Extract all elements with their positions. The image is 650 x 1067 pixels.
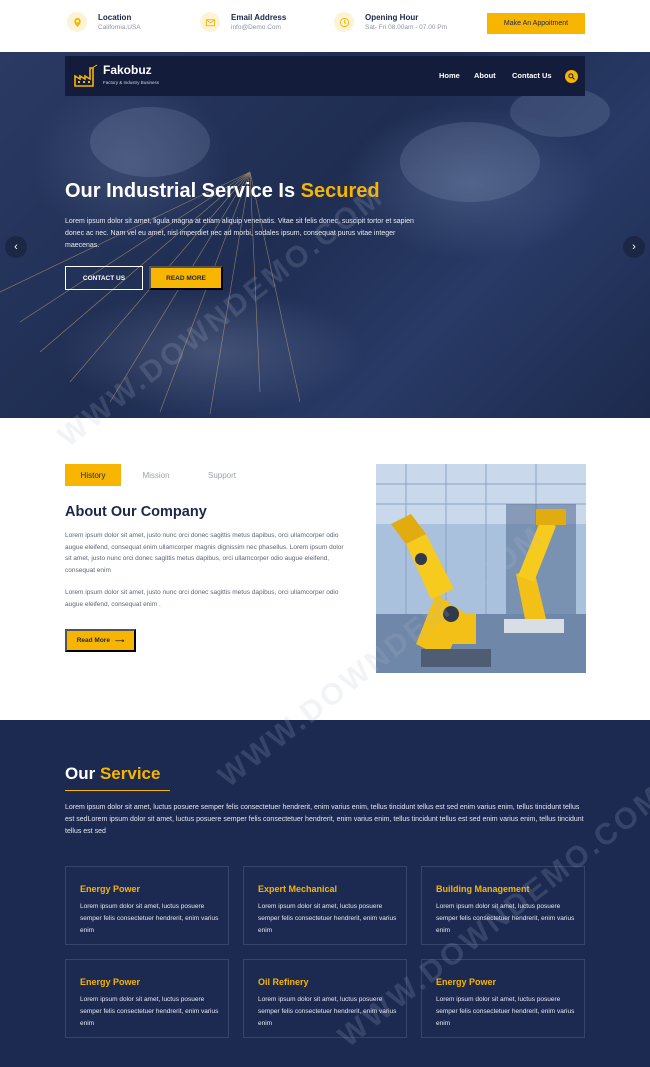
location-info: Location California,USA <box>67 12 141 33</box>
brand-name[interactable]: Fakobuz <box>103 63 152 77</box>
service-card[interactable]: Building Management Lorem ipsum dolor si… <box>421 866 585 945</box>
envelope-icon <box>200 12 220 32</box>
arrow-right-icon: ⟶ <box>114 637 125 645</box>
service-card-text: Lorem ipsum dolor sit amet, luctus posue… <box>436 996 575 1027</box>
location-title: Location <box>98 13 132 22</box>
location-value: California,USA <box>98 24 141 31</box>
nav-about[interactable]: About <box>474 71 496 80</box>
hero-contact-us-button[interactable]: CONTACT US <box>65 266 143 290</box>
hero-title-text: Our Industrial Service Is <box>65 180 301 202</box>
about-paragraph-2: Lorem ipsum dolor sit amet, justo nunc o… <box>65 589 339 608</box>
service-card[interactable]: Expert Mechanical Lorem ipsum dolor sit … <box>243 866 407 945</box>
email-value[interactable]: info@Demo.Com <box>231 23 286 33</box>
email-info: Email Address info@Demo.Com <box>200 12 286 33</box>
make-appointment-button[interactable]: Make An Appoitment <box>487 13 585 34</box>
nav-home[interactable]: Home <box>439 71 460 80</box>
service-card-text: Lorem ipsum dolor sit amet, luctus posue… <box>80 903 219 934</box>
brand-tagline: Factory & Industry Business <box>103 80 160 85</box>
slider-prev-arrow-icon[interactable]: ‹ <box>5 236 27 258</box>
tab-mission[interactable]: Mission <box>128 464 184 486</box>
service-card[interactable]: Oil Refinery Lorem ipsum dolor sit amet,… <box>243 959 407 1038</box>
hero-text: Lorem ipsum dolor sit amet, ligula magna… <box>65 218 414 249</box>
map-pin-icon <box>67 12 87 32</box>
service-card[interactable]: Energy Power Lorem ipsum dolor sit amet,… <box>65 959 229 1038</box>
services-title-text: Our <box>65 764 100 783</box>
hero-title: Our Industrial Service Is Secured <box>65 180 380 203</box>
service-card[interactable]: Energy Power Lorem ipsum dolor sit amet,… <box>65 866 229 945</box>
about-paragraph-1: Lorem ipsum dolor sit amet, justo nunc o… <box>65 532 344 574</box>
clock-icon <box>334 12 354 32</box>
main-navbar: Fakobuz Factory & Industry Business Home… <box>65 56 585 96</box>
service-card-title: Energy Power <box>80 977 141 987</box>
tab-history[interactable]: History <box>65 464 121 486</box>
factory-logo-icon <box>74 64 98 87</box>
service-card-title: Expert Mechanical <box>258 884 338 894</box>
service-card-title: Energy Power <box>436 977 497 987</box>
title-underline <box>65 790 170 791</box>
services-title: Our Service <box>65 764 160 784</box>
robot-arm-image <box>376 464 586 673</box>
service-card-title: Oil Refinery <box>258 977 309 987</box>
service-card[interactable]: Energy Power Lorem ipsum dolor sit amet,… <box>421 959 585 1038</box>
about-section: History Mission Support About Our Compan… <box>0 418 650 720</box>
services-section: Our Service Lorem ipsum dolor sit amet, … <box>0 720 650 1067</box>
service-card-text: Lorem ipsum dolor sit amet, luctus posue… <box>80 996 219 1027</box>
services-title-highlight: Service <box>99 764 161 783</box>
nav-contact-us[interactable]: Contact Us <box>512 71 552 80</box>
service-card-text: Lorem ipsum dolor sit amet, luctus posue… <box>436 903 575 934</box>
hours-value: Sat- Fri 08.00am - 07.00 Pm <box>365 24 448 31</box>
service-card-title: Energy Power <box>80 884 141 894</box>
hours-title: Opening Hour <box>365 13 419 22</box>
hero-slider: Fakobuz Factory & Industry Business Home… <box>0 52 650 418</box>
hours-info: Opening Hour Sat- Fri 08.00am - 07.00 Pm <box>334 12 447 33</box>
read-more-label: Read More <box>76 637 110 644</box>
service-card-text: Lorem ipsum dolor sit amet, luctus posue… <box>258 996 397 1027</box>
about-title: About Our Company <box>65 504 207 520</box>
hero-title-highlight: Secured <box>300 180 380 202</box>
search-icon[interactable] <box>565 70 578 83</box>
services-intro: Lorem ipsum dolor sit amet, luctus posue… <box>65 804 584 835</box>
hero-read-more-button[interactable]: READ MORE <box>149 266 223 290</box>
about-read-more-button[interactable]: Read More ⟶ <box>65 629 136 652</box>
top-info-bar: Location California,USA Email Address in… <box>0 0 650 52</box>
tab-support[interactable]: Support <box>194 464 250 486</box>
service-card-text: Lorem ipsum dolor sit amet, luctus posue… <box>258 903 397 934</box>
email-title: Email Address <box>231 13 287 22</box>
service-card-title: Building Management <box>436 884 530 894</box>
slider-next-arrow-icon[interactable]: › <box>623 236 645 258</box>
